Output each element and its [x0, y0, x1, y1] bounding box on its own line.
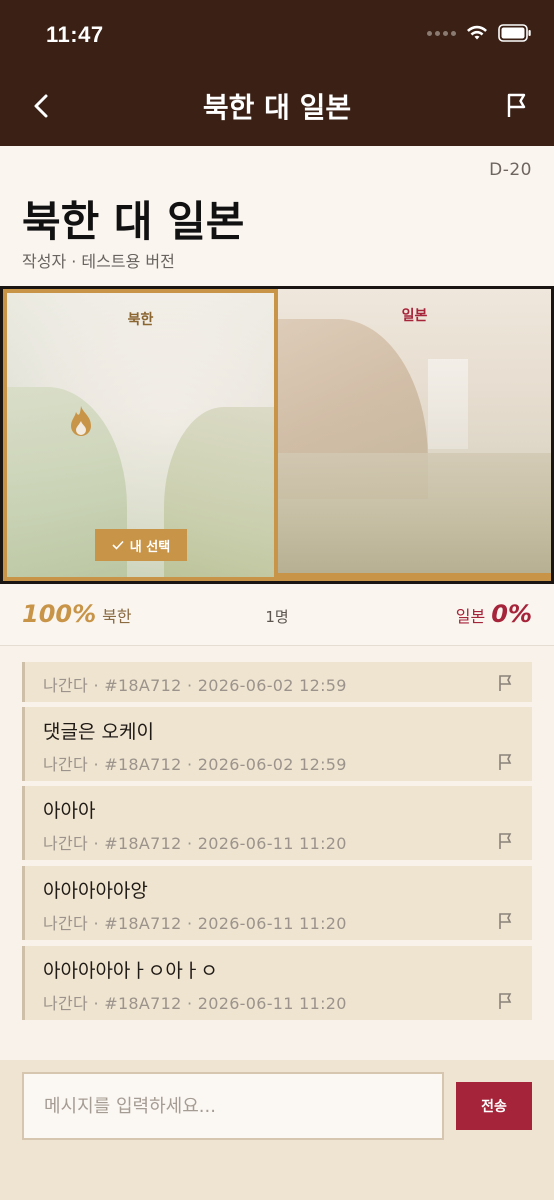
dday-badge: D-20 — [489, 160, 532, 180]
comment-time: 2026-06-11 11:20 — [197, 994, 347, 1013]
image-detail — [428, 359, 468, 449]
report-flag-icon[interactable] — [496, 992, 514, 1010]
send-button[interactable]: 전송 — [456, 1082, 532, 1130]
comment-author: 나간다 — [43, 755, 89, 774]
comment-meta: 나간다 · #18A712 · 2026-06-11 11:20 — [43, 914, 347, 933]
message-input-bar: 전송 — [0, 1060, 554, 1200]
vote-result-bar: 100% 북한 1명 일본 0% — [0, 584, 554, 646]
option-label-right: 일본 — [401, 308, 428, 324]
comment-user-id: #18A712 — [104, 994, 182, 1013]
comment-text: 댓글은 오케이 — [43, 721, 154, 743]
vote-option-right[interactable]: 일본 — [278, 289, 551, 581]
comment-user-id: #18A712 — [104, 676, 182, 695]
my-choice-badge: 내 선택 — [95, 529, 187, 561]
comment-user-id: #18A712 — [104, 914, 182, 933]
nav-bar: 북한 대 일본 — [0, 74, 554, 138]
report-flag-icon[interactable] — [496, 674, 514, 692]
comment-item: 아아아아아앙 나간다 · #18A712 · 2026-06-11 11:20 — [22, 866, 532, 940]
comment-author: 나간다 — [43, 914, 89, 933]
comment-time: 2026-06-11 11:20 — [197, 834, 347, 853]
comment-list[interactable]: 나간다 · #18A712 · 2026-06-02 12:59 댓글은 오케이… — [0, 662, 554, 1060]
comment-time: 2026-06-02 12:59 — [197, 676, 347, 695]
right-result: 일본 0% — [456, 600, 532, 628]
status-time: 11:47 — [46, 22, 104, 47]
comment-meta: 나간다 · #18A712 · 2026-06-02 12:59 — [43, 755, 347, 774]
signal-icon — [427, 30, 456, 36]
check-icon — [112, 540, 124, 550]
wifi-icon — [467, 25, 487, 40]
comment-meta: 나간다 · #18A712 · 2026-06-02 12:59 — [43, 676, 347, 695]
comment-author: 나간다 — [43, 834, 89, 853]
image-detail — [278, 453, 551, 573]
comment-meta: 나간다 · #18A712 · 2026-06-11 11:20 — [43, 834, 347, 853]
comment-author: 나간다 — [43, 994, 89, 1013]
comment-item: 아아아아아ㅏㅇ아ㅏㅇ 나간다 · #18A712 · 2026-06-11 11… — [22, 946, 532, 1020]
comment-meta: 나간다 · #18A712 · 2026-06-11 11:20 — [43, 994, 347, 1013]
comment-text: 아아아아아앙 — [43, 880, 148, 902]
comment-time: 2026-06-02 12:59 — [197, 755, 347, 774]
comment-text: 아아아 — [43, 800, 96, 822]
report-flag-icon[interactable] — [496, 832, 514, 850]
vote-option-left[interactable]: 북한 내 선택 — [3, 289, 278, 581]
status-bar: 11:47 — [0, 0, 554, 70]
comment-text: 아아아아아ㅏㅇ아ㅏㅇ — [43, 960, 218, 982]
fire-icon — [71, 406, 91, 436]
comment-item: 나간다 · #18A712 · 2026-06-02 12:59 — [22, 662, 532, 702]
comment-time: 2026-06-11 11:20 — [197, 914, 347, 933]
vote-panel: 북한 내 선택 일본 — [0, 286, 554, 584]
comment-item: 댓글은 오케이 나간다 · #18A712 · 2026-06-02 12:59 — [22, 707, 532, 781]
report-flag-icon[interactable] — [496, 753, 514, 771]
comment-user-id: #18A712 — [104, 834, 182, 853]
battery-icon — [498, 24, 531, 42]
post-title: 북한 대 일본 — [22, 197, 245, 246]
post-header: D-20 북한 대 일본 작성자 · 테스트용 버전 — [0, 146, 554, 286]
post-meta: 작성자 · 테스트용 버전 — [22, 252, 175, 271]
status-icons — [427, 24, 532, 42]
comment-author: 나간다 — [43, 676, 89, 695]
comment-user-id: #18A712 — [104, 755, 182, 774]
comment-item: 아아아 나간다 · #18A712 · 2026-06-11 11:20 — [22, 786, 532, 860]
top-bar: 11:47 북한 대 일본 — [0, 0, 554, 146]
page-title: 북한 대 일본 — [202, 91, 352, 124]
report-flag-icon[interactable] — [496, 912, 514, 930]
right-result-label: 일본 — [455, 607, 486, 626]
message-input[interactable] — [22, 1072, 444, 1140]
right-percent: 0% — [491, 600, 532, 628]
report-flag-icon[interactable] — [502, 90, 532, 120]
option-label-left: 북한 — [127, 312, 154, 328]
my-choice-label: 내 선택 — [129, 539, 171, 555]
